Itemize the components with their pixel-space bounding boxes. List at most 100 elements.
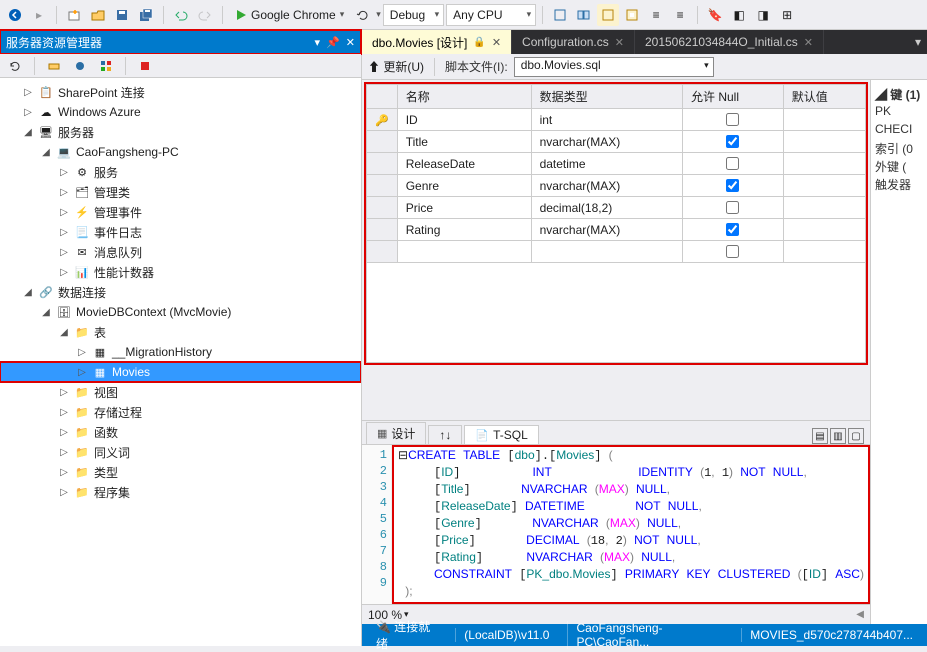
expand-icon[interactable]: ▷ xyxy=(58,487,70,498)
keys-item[interactable]: 外键 ( xyxy=(875,158,923,176)
close-icon[interactable]: ✕ xyxy=(615,36,624,49)
tree-item-表[interactable]: ◢📁表 xyxy=(0,322,361,342)
tsql-tab[interactable]: 📄T-SQL xyxy=(464,425,538,444)
expand-icon[interactable]: ▷ xyxy=(76,347,88,358)
cell-default[interactable] xyxy=(783,175,865,197)
tab-Configuration.cs[interactable]: Configuration.cs✕ xyxy=(512,30,635,54)
tree-item-服务器[interactable]: ◢🖥服务器 xyxy=(0,122,361,142)
expand-icon[interactable]: ◢ xyxy=(40,147,52,158)
expand-icon[interactable]: ▷ xyxy=(58,227,70,238)
tool-i-button[interactable]: ⊞ xyxy=(776,4,798,26)
table-row-empty[interactable] xyxy=(367,241,866,263)
undo-button[interactable] xyxy=(170,4,192,26)
allow-null-checkbox[interactable] xyxy=(726,157,739,170)
expand-icon[interactable]: ▷ xyxy=(58,427,70,438)
col-null-header[interactable]: 允许 Null xyxy=(682,85,783,109)
sql-layout-b-button[interactable]: ▥ xyxy=(830,428,846,444)
script-file-dropdown[interactable]: dbo.Movies.sql xyxy=(514,57,714,77)
tab-dbo.Movies [设计][interactable]: dbo.Movies [设计]🔒✕ xyxy=(362,30,512,54)
tool-a-button[interactable] xyxy=(549,4,571,26)
panel-connect-b-button[interactable] xyxy=(69,55,91,77)
tree-item-性能计数器[interactable]: ▷📊性能计数器 xyxy=(0,262,361,282)
cell-name[interactable]: ID xyxy=(397,109,531,131)
cell-name[interactable]: ReleaseDate xyxy=(397,153,531,175)
tool-b-button[interactable] xyxy=(573,4,595,26)
tree-item-消息队列[interactable]: ▷✉消息队列 xyxy=(0,242,361,262)
close-icon[interactable]: ✕ xyxy=(804,36,813,49)
save-button[interactable] xyxy=(111,4,133,26)
start-debug-button[interactable]: Google Chrome ▾ xyxy=(229,4,350,26)
keys-item[interactable]: PK xyxy=(875,104,923,122)
expand-icon[interactable]: ▷ xyxy=(58,247,70,258)
expand-icon[interactable]: ▷ xyxy=(58,467,70,478)
tree-item-MovieDBContext (MvcMovie)[interactable]: ◢🗄MovieDBContext (MvcMovie) xyxy=(0,302,361,322)
table-row[interactable]: Titlenvarchar(MAX) xyxy=(367,131,866,153)
cell-type[interactable]: nvarchar(MAX) xyxy=(531,175,682,197)
sql-layout-a-button[interactable]: ▤ xyxy=(812,428,828,444)
columns-grid[interactable]: 名称 数据类型 允许 Null 默认值 🔑IDintTitlenvarchar(… xyxy=(366,84,866,263)
cell-default[interactable] xyxy=(783,219,865,241)
expand-icon[interactable]: ◢ xyxy=(40,307,52,318)
tree-item-__MigrationHistory[interactable]: ▷▦__MigrationHistory xyxy=(0,342,361,362)
tree-item-函数[interactable]: ▷📁函数 xyxy=(0,422,361,442)
tool-c-button[interactable] xyxy=(597,4,619,26)
bookmark-button[interactable]: 🔖 xyxy=(704,4,726,26)
table-row[interactable]: Ratingnvarchar(MAX) xyxy=(367,219,866,241)
nav-back-button[interactable] xyxy=(4,4,26,26)
tool-g-button[interactable]: ◧ xyxy=(728,4,750,26)
server-explorer-tree[interactable]: ▷📋SharePoint 连接▷☁Windows Azure◢🖥服务器◢💻Cao… xyxy=(0,78,361,646)
expand-icon[interactable]: ▷ xyxy=(58,387,70,398)
tab-20150621034844O_Initial.cs[interactable]: 20150621034844O_Initial.cs✕ xyxy=(635,30,824,54)
allow-null-checkbox[interactable] xyxy=(726,223,739,236)
panel-stop-button[interactable] xyxy=(134,55,156,77)
allow-null-checkbox[interactable] xyxy=(726,245,739,258)
tree-item-CaoFangsheng-PC[interactable]: ◢💻CaoFangsheng-PC xyxy=(0,142,361,162)
cell-name[interactable]: Rating xyxy=(397,219,531,241)
allow-null-checkbox[interactable] xyxy=(726,113,739,126)
cell-default[interactable] xyxy=(783,153,865,175)
expand-icon[interactable]: ▷ xyxy=(58,167,70,178)
cell-type[interactable]: datetime xyxy=(531,153,682,175)
expand-icon[interactable]: ◢ xyxy=(58,327,70,338)
panel-close-icon[interactable]: ✕ xyxy=(346,36,355,49)
expand-icon[interactable]: ▷ xyxy=(58,267,70,278)
cell-default[interactable] xyxy=(783,109,865,131)
expand-icon[interactable]: ▷ xyxy=(76,367,88,378)
table-row[interactable]: ReleaseDatedatetime xyxy=(367,153,866,175)
tree-item-Movies[interactable]: ▷▦Movies xyxy=(0,362,361,382)
allow-null-checkbox[interactable] xyxy=(726,135,739,148)
expand-icon[interactable]: ▷ xyxy=(58,407,70,418)
tree-item-事件日志[interactable]: ▷📃事件日志 xyxy=(0,222,361,242)
expand-icon[interactable]: ◢ xyxy=(22,287,34,298)
update-button[interactable]: ⬆ 更新(U) xyxy=(368,58,424,75)
tree-item-管理事件[interactable]: ▷⚡管理事件 xyxy=(0,202,361,222)
expand-icon[interactable]: ▷ xyxy=(58,447,70,458)
sql-editor[interactable]: 123456789 ⊟CREATE TABLE [dbo].[Movies] (… xyxy=(362,444,870,604)
expand-icon[interactable]: ◢ xyxy=(22,127,34,138)
tree-item-Windows Azure[interactable]: ▷☁Windows Azure xyxy=(0,102,361,122)
col-default-header[interactable]: 默认值 xyxy=(783,85,865,109)
tool-d-button[interactable] xyxy=(621,4,643,26)
tree-item-管理类[interactable]: ▷🗂管理类 xyxy=(0,182,361,202)
nav-fwd-button[interactable]: ▸ xyxy=(28,4,50,26)
cell-name[interactable]: Price xyxy=(397,197,531,219)
table-row[interactable]: Pricedecimal(18,2) xyxy=(367,197,866,219)
tool-f-button[interactable]: ≡ xyxy=(669,4,691,26)
save-all-button[interactable] xyxy=(135,4,157,26)
design-tab[interactable]: ▦设计 xyxy=(366,422,426,444)
expand-icon[interactable]: ▷ xyxy=(22,87,34,98)
cell-default[interactable] xyxy=(783,197,865,219)
panel-pin-icon[interactable]: 📌 xyxy=(326,36,340,49)
sort-tab[interactable]: ↑↓ xyxy=(428,425,462,444)
keys-header[interactable]: ◢ 键 (1) xyxy=(875,86,923,104)
tree-item-视图[interactable]: ▷📁视图 xyxy=(0,382,361,402)
tree-item-数据连接[interactable]: ◢🔗数据连接 xyxy=(0,282,361,302)
expand-icon[interactable]: ▷ xyxy=(58,207,70,218)
cell-name[interactable]: Title xyxy=(397,131,531,153)
tree-item-同义词[interactable]: ▷📁同义词 xyxy=(0,442,361,462)
cell-default[interactable] xyxy=(783,131,865,153)
tool-h-button[interactable]: ◨ xyxy=(752,4,774,26)
panel-refresh-button[interactable] xyxy=(4,55,26,77)
redo-button[interactable] xyxy=(194,4,216,26)
keys-item[interactable]: 索引 (0 xyxy=(875,140,923,158)
